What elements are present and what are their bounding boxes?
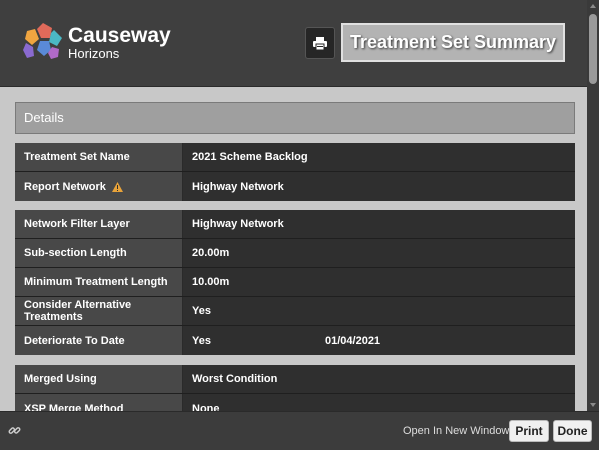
print-icon	[313, 36, 327, 50]
vertical-scrollbar[interactable]	[587, 0, 599, 411]
row-value: 2021 Scheme Backlog	[192, 151, 308, 163]
brand-name: Causeway	[68, 24, 171, 47]
row-label: Deteriorate To Date	[15, 326, 183, 355]
table-row: Merged Using Worst Condition	[15, 365, 575, 394]
causeway-logo-icon	[23, 23, 62, 59]
table-row: Report Network Highway Network	[15, 172, 575, 201]
table-row: Network Filter Layer Highway Network	[15, 210, 575, 239]
row-label: Network Filter Layer	[15, 210, 183, 238]
footer-bar: Open In New Window Print Done	[0, 411, 599, 450]
row-value: Worst Condition	[192, 373, 278, 385]
table-row: Deteriorate To Date Yes 01/04/2021	[15, 326, 575, 355]
row-label: Treatment Set Name	[15, 143, 183, 171]
table-row: Consider Alternative Treatments Yes	[15, 297, 575, 326]
row-value: 20.00m	[192, 247, 230, 259]
row-value-text: Yes	[192, 334, 211, 347]
row-value: Yes 01/04/2021	[183, 326, 575, 355]
row-label: Merged Using	[15, 365, 183, 393]
done-button[interactable]: Done	[553, 420, 592, 442]
scroll-up-arrow-icon[interactable]	[590, 4, 596, 8]
deteriorate-date: 01/04/2021	[325, 334, 381, 347]
row-value: None	[192, 402, 220, 412]
page-title: Treatment Set Summary	[341, 23, 565, 62]
link-icon[interactable]	[8, 424, 21, 437]
row-label-text: Report Network	[24, 180, 106, 193]
warning-icon[interactable]	[111, 181, 123, 192]
details-table-group-3: Merged Using Worst Condition XSP Merge M…	[15, 365, 575, 411]
app-header: Causeway Horizons Treatment Set Summary	[0, 0, 587, 87]
row-label: Consider Alternative Treatments	[15, 297, 183, 325]
row-label: Sub-section Length	[15, 239, 183, 267]
row-label: XSP Merge Method	[15, 394, 183, 411]
content-area: Details Treatment Set Name 2021 Scheme B…	[0, 87, 587, 411]
table-row: Minimum Treatment Length 10.00m	[15, 268, 575, 297]
row-value: Highway Network	[192, 180, 284, 193]
print-button[interactable]: Print	[509, 420, 549, 442]
table-row: XSP Merge Method None	[15, 394, 575, 411]
row-label: Minimum Treatment Length	[15, 268, 183, 296]
details-table-group-2: Network Filter Layer Highway Network Sub…	[15, 210, 575, 355]
row-value: 10.00m	[192, 276, 230, 288]
table-row: Sub-section Length 20.00m	[15, 239, 575, 268]
open-new-window-link[interactable]: Open In New Window	[403, 425, 509, 437]
brand-subtitle: Horizons	[68, 46, 120, 61]
table-row: Treatment Set Name 2021 Scheme Backlog	[15, 143, 575, 172]
row-value: Yes	[192, 305, 211, 317]
row-label: Report Network	[15, 172, 183, 201]
details-section-header: Details	[15, 102, 575, 134]
scroll-thumb[interactable]	[589, 14, 597, 84]
row-value: Highway Network	[192, 218, 284, 230]
details-table-group-1: Treatment Set Name 2021 Scheme Backlog R…	[15, 143, 575, 201]
scroll-down-arrow-icon[interactable]	[590, 403, 596, 407]
print-icon-button[interactable]	[305, 27, 335, 59]
